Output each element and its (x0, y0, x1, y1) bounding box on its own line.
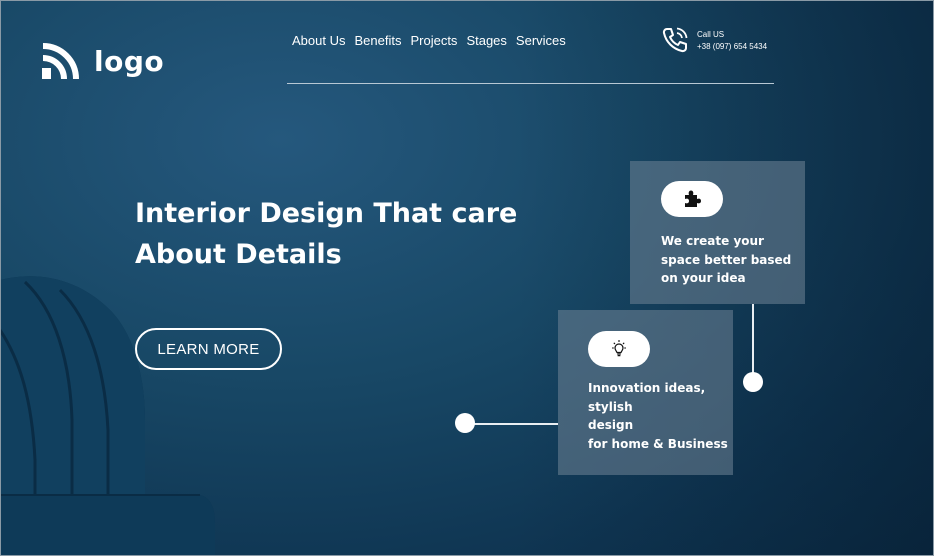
nav-projects[interactable]: Projects (410, 33, 457, 48)
connector-line (466, 423, 558, 425)
phone-icon (662, 27, 688, 53)
feature-icon-badge (588, 331, 650, 367)
feature-card-innovation: Innovation ideas, stylish design for hom… (558, 310, 733, 475)
nav-about-us[interactable]: About Us (292, 33, 345, 48)
puzzle-icon (685, 190, 701, 207)
logo-text: logo (94, 44, 165, 78)
hero-title-line-1: Interior Design That care (135, 198, 518, 229)
logo[interactable]: logo (40, 40, 164, 82)
feature-text: We create your space better based on you… (661, 232, 801, 288)
nav-stages[interactable]: Stages (466, 33, 506, 48)
nav-benefits[interactable]: Benefits (354, 33, 401, 48)
nav-services[interactable]: Services (516, 33, 566, 48)
feature-text-line: on your idea (661, 271, 746, 285)
hero-title: Interior Design That care About Details (135, 193, 555, 275)
feature-text-line: Innovation ideas, (588, 381, 706, 395)
feature-text-line: stylish (588, 399, 633, 414)
feature-text-line: for home & Business (588, 436, 728, 451)
phone-number[interactable]: +38 (097) 654 5434 (697, 41, 767, 53)
connector-dot (455, 413, 475, 433)
feature-text-line: We create your (661, 234, 764, 248)
feature-text: Innovation ideas, stylish design for hom… (588, 379, 728, 453)
lightbulb-icon (612, 340, 626, 357)
connector-line (752, 304, 754, 380)
hero-title-line-2: About Details (135, 239, 342, 270)
main-nav: About Us Benefits Projects Stages Servic… (292, 33, 566, 48)
nav-divider (287, 83, 774, 84)
feature-text-line: space better based (661, 252, 792, 267)
feature-card-custom-space: We create your space better based on you… (630, 161, 805, 304)
armchair-image (0, 276, 215, 556)
call-label: Call US (697, 30, 725, 39)
wifi-arcs-icon (42, 43, 79, 80)
connector-dot (743, 372, 763, 392)
feature-icon-badge (661, 181, 723, 217)
learn-more-button[interactable]: LEARN MORE (135, 328, 282, 370)
feature-text-line: design (588, 418, 634, 432)
call-us-contact[interactable]: Call US +38 (097) 654 5434 (661, 26, 767, 54)
